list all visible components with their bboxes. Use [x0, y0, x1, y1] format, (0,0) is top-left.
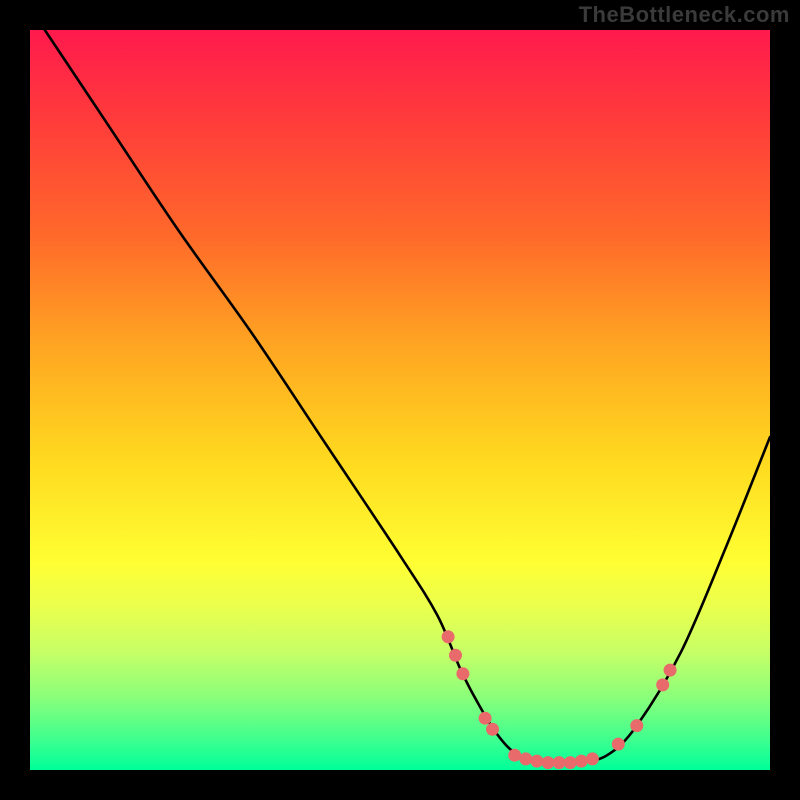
data-point — [456, 667, 469, 680]
data-point — [479, 712, 492, 725]
watermark-text: TheBottleneck.com — [579, 2, 790, 28]
data-point — [586, 752, 599, 765]
plot-area — [30, 30, 770, 770]
data-point — [449, 649, 462, 662]
bottleneck-curve — [45, 30, 770, 764]
data-point — [442, 630, 455, 643]
curve-svg — [30, 30, 770, 770]
data-point — [530, 755, 543, 768]
chart-frame: TheBottleneck.com — [0, 0, 800, 800]
data-point — [575, 755, 588, 768]
data-point — [553, 756, 566, 769]
data-point — [542, 756, 555, 769]
data-point — [486, 723, 499, 736]
data-point — [664, 664, 677, 677]
data-point — [508, 749, 521, 762]
data-point — [630, 719, 643, 732]
data-point — [612, 738, 625, 751]
data-point — [564, 756, 577, 769]
data-point — [656, 678, 669, 691]
data-point — [519, 752, 532, 765]
